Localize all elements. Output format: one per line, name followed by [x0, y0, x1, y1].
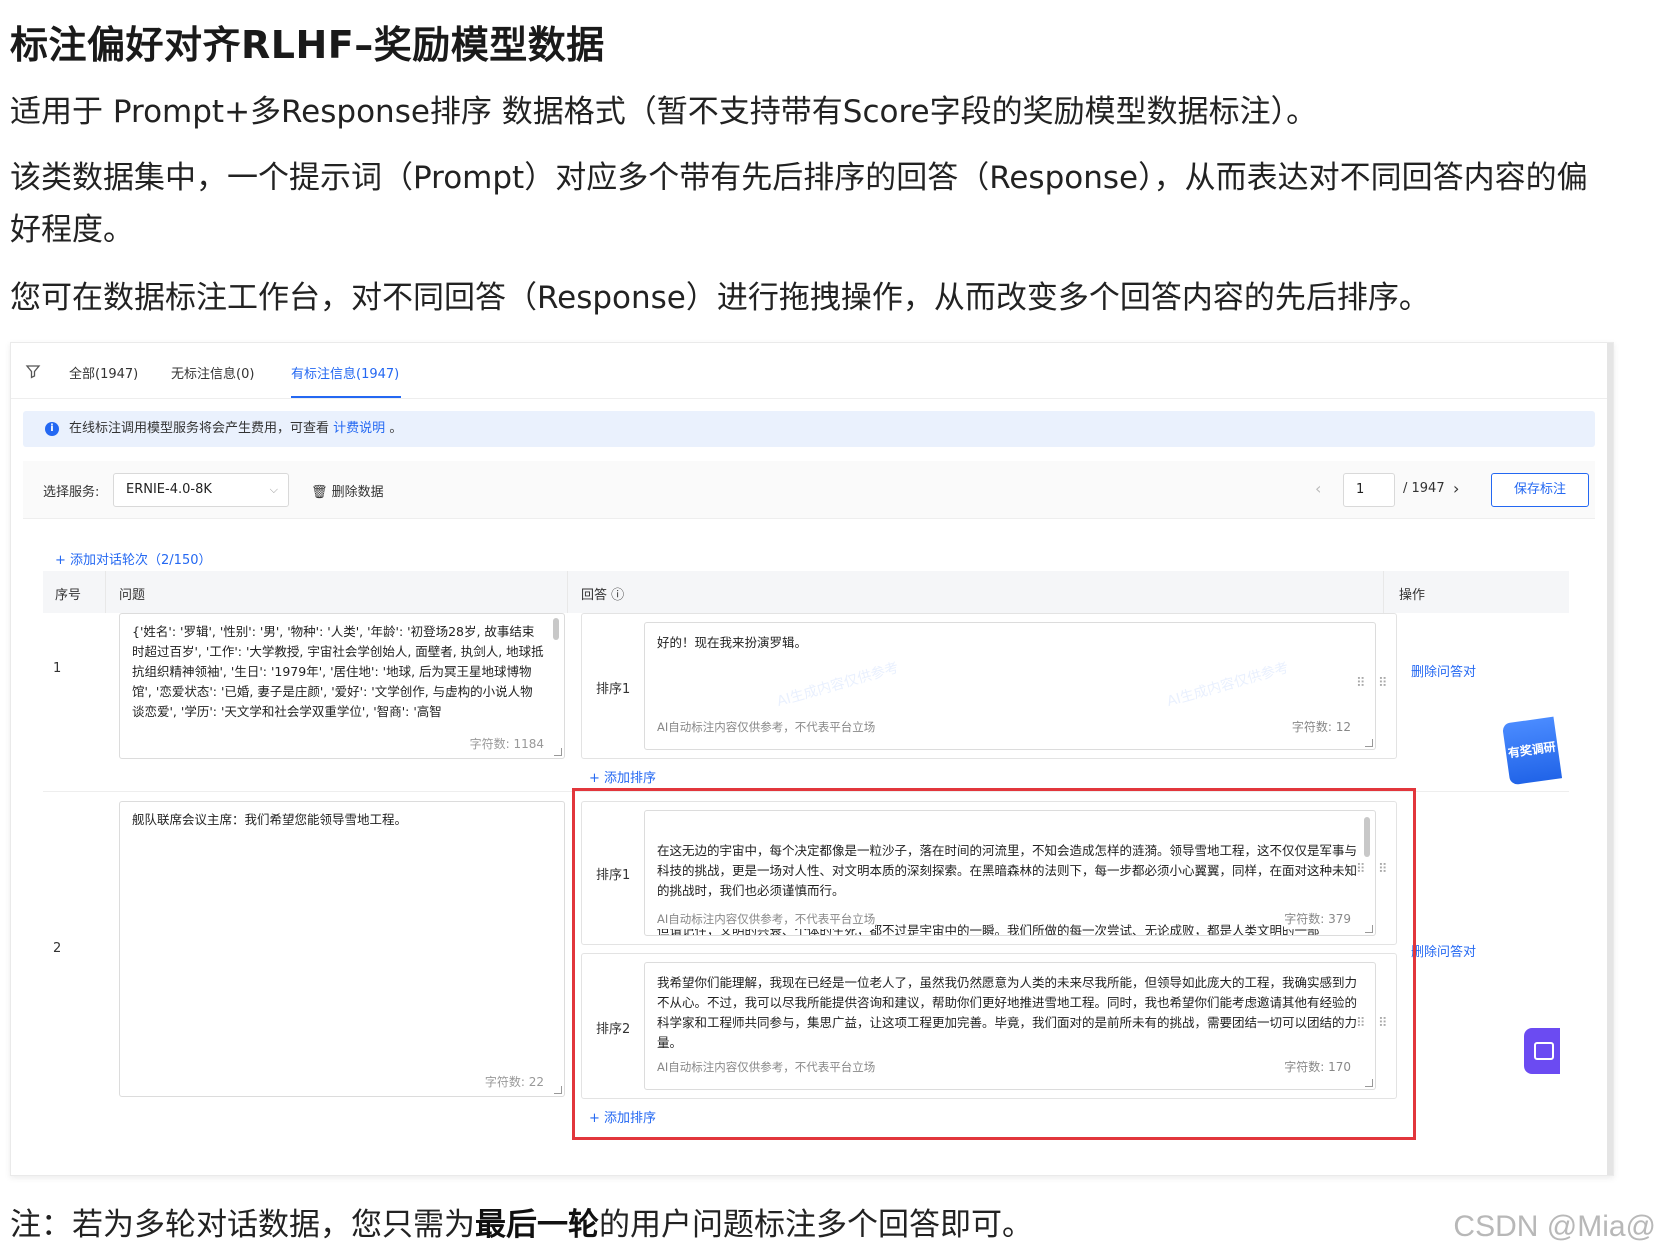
tab-labeled[interactable]: 有标注信息(1947): [291, 363, 399, 382]
col-divider: [105, 571, 106, 613]
scrollbar[interactable]: [1607, 343, 1613, 1175]
save-annotation-button[interactable]: 保存标注: [1491, 473, 1589, 507]
col-divider: [1383, 571, 1384, 613]
notice-text: 在线标注调用模型服务将会产生费用，可查看: [69, 421, 330, 436]
note-suffix: 的用户问题标注多个回答即可。: [599, 1207, 1033, 1243]
billing-link[interactable]: 计费说明: [333, 421, 385, 436]
delete-pair-button[interactable]: 删除问答对: [1411, 661, 1476, 680]
tab-all[interactable]: 全部(1947): [69, 363, 138, 382]
chevron-right-icon[interactable]: ›: [1453, 479, 1459, 498]
page-input[interactable]: 1: [1343, 473, 1395, 507]
tab-unlabeled[interactable]: 无标注信息(0): [171, 363, 254, 382]
delete-data-button[interactable]: 🗑 删除数据: [311, 481, 384, 500]
delete-data-label: 删除数据: [331, 485, 384, 500]
delete-pair-button[interactable]: 删除问答对: [1411, 941, 1476, 960]
answer-item: 排序1 好的！现在我来扮演罗辑。 AI生成内容仅供参考 AI生成内容仅供参考 A…: [581, 613, 1397, 759]
filter-icon[interactable]: [25, 363, 41, 379]
table-header: 序号 问题 回答 ⓘ 操作: [43, 571, 1569, 613]
row-index: 2: [53, 941, 62, 956]
col-divider: [567, 571, 568, 613]
note: 注：若为多轮对话数据，您只需为最后一轮的用户问题标注多个回答即可。: [10, 1200, 1033, 1250]
row-index: 1: [53, 661, 62, 676]
add-rank-button[interactable]: + 添加排序: [589, 767, 656, 786]
chevron-down-icon: ⌵: [269, 483, 278, 496]
resize-handle[interactable]: [554, 1086, 562, 1094]
add-round-button[interactable]: + 添加对话轮次（2/150）: [55, 549, 212, 568]
col-index: 序号: [55, 588, 82, 603]
active-tab-underline: [291, 396, 401, 398]
answer-text: 好的！现在我来扮演罗辑。: [657, 635, 808, 650]
resize-handle[interactable]: [1365, 739, 1373, 747]
col-answer: 回答 ⓘ: [581, 588, 625, 603]
drag-handle-icon[interactable]: ⠿: [1378, 676, 1387, 691]
question-textarea[interactable]: 舰队联席会议主席：我们希望您能领导雪地工程。 字符数: 22: [119, 801, 565, 1097]
ai-disclaimer: AI自动标注内容仅供参考，不代表平台立场: [657, 717, 876, 737]
service-select[interactable]: ERNIE-4.0-8K ⌵: [113, 473, 289, 507]
highlight-box: [572, 788, 1416, 1140]
char-count: 字符数: 1184: [469, 734, 544, 754]
para-1: 适用于 Prompt+多Response排序 数据格式（暂不支持带有Score字…: [10, 94, 1318, 130]
survey-badge[interactable]: 有奖调研: [1501, 716, 1563, 786]
help-icon[interactable]: ⓘ: [611, 588, 624, 603]
csdn-watermark: CSDN @Mia@: [1453, 1210, 1656, 1243]
billing-notice: i 在线标注调用模型服务将会产生费用，可查看 计费说明 。: [23, 411, 1595, 447]
para-2: 该类数据集中，一个提示词（Prompt）对应多个带有先后排序的回答（Respon…: [10, 160, 1588, 248]
ai-watermark: AI生成内容仅供参考: [1165, 659, 1291, 711]
trash-icon: 🗑: [311, 485, 328, 500]
toolbar: 选择服务: ERNIE-4.0-8K ⌵ 🗑 删除数据 ‹ 1 / 1947 ›…: [23, 461, 1595, 519]
drag-handle-icon[interactable]: ⠿: [1356, 676, 1365, 691]
char-count: 字符数: 12: [1291, 717, 1351, 737]
col-question: 问题: [119, 588, 146, 603]
chat-icon[interactable]: [1524, 1028, 1560, 1074]
answer-textarea[interactable]: 好的！现在我来扮演罗辑。 AI生成内容仅供参考 AI生成内容仅供参考 AI自动标…: [644, 622, 1376, 750]
question-text: 舰队联席会议主席：我们希望您能领导雪地工程。: [132, 812, 408, 827]
service-label: 选择服务:: [43, 485, 100, 500]
tab-bar: 全部(1947) 无标注信息(0) 有标注信息(1947): [11, 343, 1609, 399]
char-count: 字符数: 22: [484, 1072, 544, 1092]
resize-handle[interactable]: [554, 748, 562, 756]
rank-label: 排序1: [596, 682, 631, 697]
note-prefix: 注：若为多轮对话数据，您只需为: [10, 1207, 475, 1243]
para-3: 您可在数据标注工作台，对不同回答（Response）进行拖拽操作，从而改变多个回…: [10, 280, 1430, 316]
note-bold: 最后一轮: [475, 1207, 599, 1243]
scrollbar[interactable]: [553, 618, 559, 640]
notice-end: 。: [389, 421, 403, 436]
chevron-left-icon[interactable]: ‹: [1315, 479, 1321, 498]
col-action: 操作: [1399, 588, 1426, 603]
page-total: / 1947: [1403, 481, 1445, 496]
question-text: {'姓名': '罗辑', '性别': '男', '物种': '人类', '年龄'…: [132, 624, 544, 719]
ai-watermark: AI生成内容仅供参考: [775, 659, 901, 711]
question-textarea[interactable]: {'姓名': '罗辑', '性别': '男', '物种': '人类', '年龄'…: [119, 613, 565, 759]
info-icon: i: [45, 422, 59, 436]
service-value: ERNIE-4.0-8K: [126, 482, 212, 497]
doc-title: 标注偏好对齐RLHF–奖励模型数据: [10, 23, 605, 67]
